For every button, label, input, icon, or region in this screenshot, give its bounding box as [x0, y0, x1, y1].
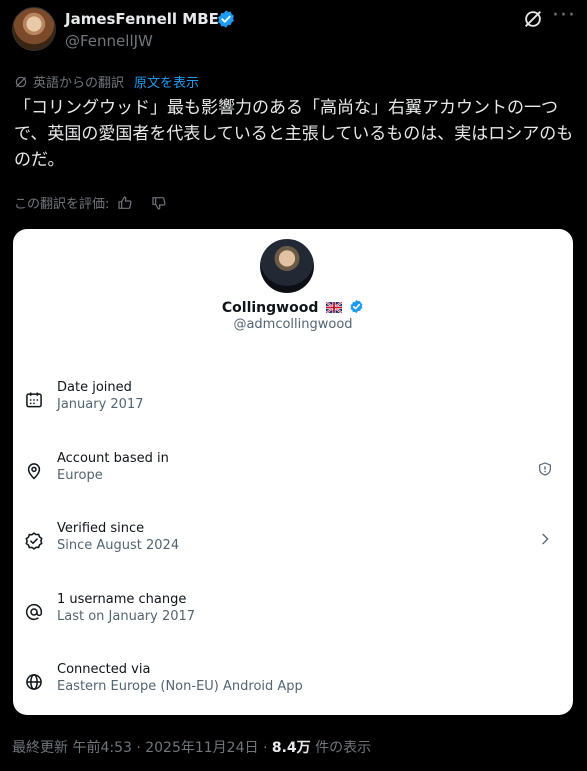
row-value: Eastern Europe (Non-EU) Android App [57, 679, 303, 694]
thumbs-up-icon[interactable] [117, 195, 133, 211]
profile-name-line: Collingwood [13, 299, 573, 316]
shield-alert-icon[interactable] [537, 461, 553, 477]
row-value: Since August 2024 [57, 538, 180, 553]
date-joined-row: Date joined January 2017 [13, 376, 573, 436]
uk-flag-icon [325, 301, 343, 314]
more-options-icon[interactable]: ··· [552, 5, 576, 27]
location-pin-icon [27, 463, 41, 480]
rate-translation-label: この翻訳を評価: [14, 197, 110, 212]
row-value: Europe [57, 468, 103, 483]
profile-name: Collingwood [221, 300, 319, 316]
views-label: 件の表示 [315, 740, 372, 756]
globe-icon [26, 674, 42, 690]
grok-icon[interactable] [522, 8, 544, 30]
show-original-link[interactable]: 原文を表示 [134, 72, 199, 91]
author-avatar[interactable] [12, 7, 56, 51]
view-count: 8.4万 [271, 740, 311, 756]
author-handle[interactable]: @FennellJW [65, 32, 153, 50]
row-label: 1 username change [57, 592, 187, 607]
verified-badge-icon [350, 299, 363, 314]
timestamp[interactable]: 最終更新 午前4:53 · 2025年11月24日 · [12, 740, 267, 756]
tweet-text: 「コリングウッド」最も影響力のある「高尚な」右翼アカウントの一つで、英国の愛国者… [14, 98, 574, 170]
connected-via-row: Connected via Eastern Europe (Non-EU) An… [13, 658, 573, 718]
username-change-row: 1 username change Last on January 2017 [13, 588, 573, 648]
row-label: Connected via [57, 662, 151, 677]
row-label: Account based in [57, 451, 169, 466]
calendar-icon [26, 392, 42, 408]
tweet-meta: 最終更新 午前4:53 · 2025年11月24日 · 8.4万 件の表示 [12, 737, 371, 757]
row-value: January 2017 [57, 397, 144, 412]
about-account-card: Collingwood @admcollingwood Date joined … [13, 229, 573, 715]
account-based-in-row: Account based in Europe [13, 447, 573, 507]
verified-badge-outline-icon [25, 532, 43, 550]
rate-translation: この翻訳を評価: [14, 193, 167, 212]
chevron-right-icon[interactable] [537, 531, 553, 547]
row-label: Date joined [57, 380, 132, 395]
verified-since-row[interactable]: Verified since Since August 2024 [13, 517, 573, 577]
profile-avatar[interactable] [260, 239, 314, 293]
at-sign-icon [25, 603, 43, 621]
translation-label: 英語からの翻訳 [33, 76, 125, 91]
author-name[interactable]: JamesFennell MBE [65, 10, 219, 28]
profile-handle[interactable]: @admcollingwood [13, 317, 573, 332]
translation-notice: 英語からの翻訳 原文を表示 [14, 72, 199, 91]
thumbs-down-icon[interactable] [151, 195, 167, 211]
row-label: Verified since [57, 521, 145, 536]
translate-icon [15, 76, 27, 87]
row-value: Last on January 2017 [57, 609, 196, 624]
verified-badge-icon [218, 10, 234, 28]
